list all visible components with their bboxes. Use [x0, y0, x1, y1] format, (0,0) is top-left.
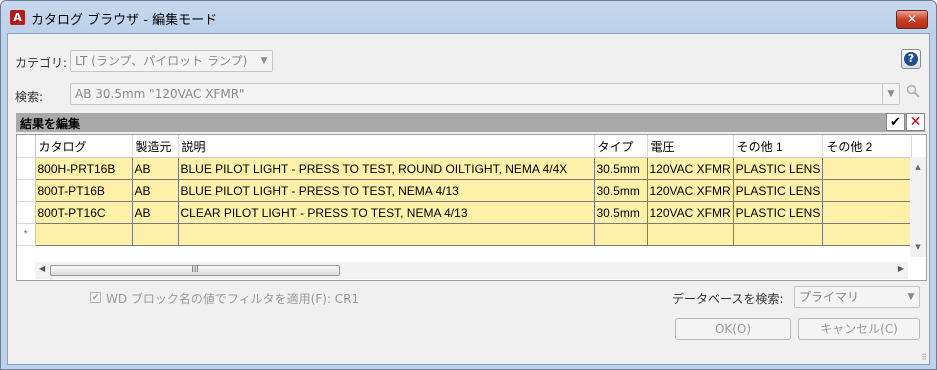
results-table: カタログ 製造元 説明 タイプ 電圧 その他 1 その他 2 800H-PRT1…: [17, 135, 913, 246]
column-header-manufacturer[interactable]: 製造元: [132, 135, 179, 158]
row-header[interactable]: [17, 201, 36, 224]
results-header: 結果を編集 ✔ ✕: [16, 113, 925, 132]
cell-catalog[interactable]: [35, 223, 133, 246]
cell-type[interactable]: 30.5mm: [594, 201, 648, 224]
database-label: データベースを検索:: [672, 292, 784, 306]
help-icon: ?: [904, 52, 918, 66]
new-row-marker: *: [17, 223, 36, 246]
table-row[interactable]: 800H-PRT16B AB BLUE PILOT LIGHT - PRESS …: [17, 157, 913, 180]
column-header-misc2[interactable]: その他 2: [822, 135, 913, 158]
cell-misc1[interactable]: PLASTIC LENS: [733, 179, 824, 202]
cell-catalog[interactable]: 800H-PRT16B: [35, 157, 133, 180]
cell-type[interactable]: [594, 223, 648, 246]
category-value: LT (ランプ、パイロット ランプ): [75, 54, 248, 68]
search-icon[interactable]: [904, 84, 922, 104]
search-value: AB 30.5mm "120VAC XFMR": [75, 87, 245, 101]
dialog-window: A カタログ ブラウザ - 編集モード ✕ カテゴリ: LT (ランプ、パイロッ…: [0, 0, 937, 370]
resize-grip-icon[interactable]: ⠿: [921, 353, 927, 362]
column-header-misc1[interactable]: その他 1: [733, 135, 824, 158]
scroll-left-icon[interactable]: ◀: [39, 264, 45, 273]
dialog-body: カテゴリ: LT (ランプ、パイロット ランプ) ▼ ? 検索: AB 30.5…: [7, 33, 930, 365]
database-dropdown[interactable]: プライマリ ▼: [794, 286, 920, 308]
help-button[interactable]: ?: [901, 49, 921, 69]
scroll-right-icon[interactable]: ▶: [898, 264, 904, 273]
cancel-button[interactable]: キャンセル(C): [798, 318, 920, 340]
thumb-grip-icon: III: [191, 265, 199, 274]
chevron-down-icon: ▼: [882, 84, 899, 104]
corner-cell[interactable]: [17, 135, 36, 158]
search-label: 検索:: [15, 90, 44, 104]
column-header-type[interactable]: タイプ: [594, 135, 648, 158]
table-row[interactable]: 800T-PT16C AB CLEAR PILOT LIGHT - PRESS …: [17, 201, 913, 224]
autocad-logo-icon: A: [10, 10, 25, 25]
column-header-description[interactable]: 説明: [178, 135, 595, 158]
cell-manufacturer[interactable]: AB: [132, 201, 179, 224]
category-dropdown[interactable]: LT (ランプ、パイロット ランプ) ▼: [70, 50, 273, 72]
cell-voltage[interactable]: [647, 223, 734, 246]
cell-voltage[interactable]: 120VAC XFMR: [647, 201, 734, 224]
vertical-scrollbar[interactable]: ▲ ▼: [910, 157, 926, 257]
cell-description[interactable]: [178, 223, 595, 246]
cell-manufacturer[interactable]: AB: [132, 179, 179, 202]
cell-misc2[interactable]: [822, 157, 913, 180]
results-title: 結果を編集: [20, 117, 81, 131]
checkmark-icon: ✔: [890, 115, 901, 130]
chevron-down-icon: ▼: [260, 56, 268, 66]
header-row: カタログ 製造元 説明 タイプ 電圧 その他 1 その他 2: [17, 135, 913, 158]
database-value: プライマリ: [799, 290, 860, 304]
filter-checkbox[interactable]: ✔: [90, 292, 101, 303]
title-bar[interactable]: A カタログ ブラウザ - 編集モード ✕: [1, 1, 936, 33]
cell-misc1[interactable]: PLASTIC LENS: [733, 157, 824, 180]
category-label: カテゴリ:: [15, 56, 68, 70]
cell-description[interactable]: BLUE PILOT LIGHT - PRESS TO TEST, NEMA 4…: [178, 179, 595, 202]
table-row[interactable]: 800T-PT16B AB BLUE PILOT LIGHT - PRESS T…: [17, 179, 913, 202]
cell-type[interactable]: 30.5mm: [594, 179, 648, 202]
cell-misc2[interactable]: [822, 179, 913, 202]
horizontal-scrollbar[interactable]: ◀ III ▶: [35, 262, 908, 279]
cell-voltage[interactable]: 120VAC XFMR: [647, 157, 734, 180]
cell-misc2[interactable]: [822, 201, 913, 224]
filter-label: WD ブロック名の値でフィルタを適用(F): CR1: [106, 292, 360, 306]
cell-catalog[interactable]: 800T-PT16B: [35, 179, 133, 202]
scroll-up-icon[interactable]: ▲: [910, 163, 926, 177]
column-header-voltage[interactable]: 電圧: [647, 135, 734, 158]
ok-button[interactable]: OK(O): [675, 318, 791, 340]
discard-edits-button[interactable]: ✕: [906, 113, 925, 131]
cell-misc1[interactable]: PLASTIC LENS: [733, 201, 824, 224]
cell-manufacturer[interactable]: AB: [132, 157, 179, 180]
cell-type[interactable]: 30.5mm: [594, 157, 648, 180]
new-row[interactable]: *: [17, 223, 913, 246]
column-header-catalog[interactable]: カタログ: [35, 135, 133, 158]
scrollbar-thumb[interactable]: III: [50, 265, 340, 276]
window-title: カタログ ブラウザ - 編集モード: [31, 13, 218, 28]
scroll-down-icon[interactable]: ▼: [910, 243, 926, 257]
close-button[interactable]: ✕: [896, 10, 928, 29]
cell-manufacturer[interactable]: [132, 223, 179, 246]
cell-description[interactable]: CLEAR PILOT LIGHT - PRESS TO TEST, NEMA …: [178, 201, 595, 224]
cell-voltage[interactable]: 120VAC XFMR: [647, 179, 734, 202]
cell-catalog[interactable]: 800T-PT16C: [35, 201, 133, 224]
accept-edits-button[interactable]: ✔: [886, 113, 905, 131]
cell-misc1[interactable]: [733, 223, 824, 246]
cell-description[interactable]: BLUE PILOT LIGHT - PRESS TO TEST, ROUND …: [178, 157, 595, 180]
cell-misc2[interactable]: [822, 223, 913, 246]
results-grid[interactable]: カタログ 製造元 説明 タイプ 電圧 その他 1 その他 2 800H-PRT1…: [16, 134, 927, 281]
red-x-icon: ✕: [909, 114, 922, 130]
search-input[interactable]: AB 30.5mm "120VAC XFMR" ▼: [70, 83, 900, 105]
row-header[interactable]: [17, 157, 36, 180]
chevron-down-icon: ▼: [907, 292, 915, 302]
row-header[interactable]: [17, 179, 36, 202]
